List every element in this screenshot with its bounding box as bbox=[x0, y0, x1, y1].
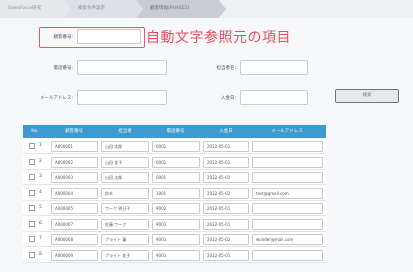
cell-date[interactable]: 2022-05-02 bbox=[203, 234, 249, 245]
cell-phone[interactable]: 0001 bbox=[152, 172, 200, 183]
cell-name[interactable]: ブライト 花子 bbox=[101, 249, 149, 261]
cell-email[interactable] bbox=[252, 203, 323, 214]
cell-phone[interactable]: 1001 bbox=[152, 187, 200, 199]
cell-email[interactable] bbox=[252, 172, 323, 183]
cell-name[interactable]: ブライト 蓮 bbox=[101, 234, 149, 245]
row-number: 4 bbox=[39, 189, 42, 195]
row-checkbox[interactable] bbox=[29, 143, 35, 149]
table-row: 6 A000007 佐藤 ワーク 9003 2022-05-01 bbox=[23, 217, 326, 232]
cell-customer-no[interactable]: A000008 bbox=[51, 234, 98, 245]
table-header: No. 顧客番号 担当者 電話番号 入金日 メールアドレス bbox=[23, 125, 326, 138]
cell-email[interactable] bbox=[252, 156, 323, 168]
breadcrumb-item-3[interactable]: 顧客情報(PHASE1) bbox=[136, 0, 226, 18]
cell-date[interactable]: 2022-05-01 bbox=[203, 218, 249, 230]
col-no: No. bbox=[31, 129, 39, 134]
cell-date[interactable]: 2022-05-01 bbox=[203, 249, 249, 261]
phone-input[interactable] bbox=[77, 60, 167, 75]
col-date: 入金日 bbox=[219, 129, 233, 134]
breadcrumb-item-2[interactable]: 検索条件設定 bbox=[64, 0, 144, 18]
cell-phone[interactable]: 9003 bbox=[152, 234, 200, 245]
email-input[interactable] bbox=[77, 90, 167, 105]
phone-label: 電話番号: bbox=[53, 66, 73, 71]
table-row: 8 A000009 ブライト 花子 9003 2022-05-01 bbox=[23, 248, 326, 263]
row-checkbox[interactable] bbox=[29, 205, 35, 211]
row-number: 1 bbox=[39, 143, 42, 148]
annotation-text: 自動文字参照元の項目 bbox=[146, 30, 291, 46]
name-input[interactable] bbox=[240, 60, 308, 75]
col-email: メールアドレス bbox=[271, 129, 303, 134]
date-input[interactable] bbox=[240, 90, 308, 105]
cell-customer-no[interactable]: A000003 bbox=[51, 172, 98, 183]
cell-date[interactable]: 2022-05-01 bbox=[203, 141, 249, 152]
cell-phone[interactable]: 9003 bbox=[152, 249, 200, 261]
date-label: 入金日: bbox=[220, 96, 236, 101]
col-phone: 電話番号 bbox=[166, 129, 185, 134]
table-row: 3 A000003 山田 太郎 0001 2022-05-01 bbox=[23, 170, 326, 185]
cell-date[interactable]: 2012-05-01 bbox=[203, 203, 249, 214]
cell-customer-no[interactable]: A000005 bbox=[51, 203, 98, 214]
cell-name[interactable]: ワーク 明日子 bbox=[101, 203, 149, 214]
breadcrumb-item-1[interactable]: SalesForce研究 bbox=[0, 0, 70, 18]
cell-customer-no[interactable]: A000002 bbox=[51, 156, 98, 168]
row-checkbox[interactable] bbox=[29, 174, 35, 180]
cell-date[interactable]: 2022-05-02 bbox=[203, 187, 249, 199]
table-row: 7 A000008 ブライト 蓮 9003 2022-05-02 wonder@mail.… bbox=[23, 232, 326, 247]
breadcrumb: SalesForce研究 検索条件設定 顧客情報(PHASE1) bbox=[0, 0, 413, 18]
row-number: 6 bbox=[39, 220, 42, 226]
row-number: 5 bbox=[39, 205, 42, 210]
cell-email[interactable] bbox=[252, 218, 323, 230]
row-checkbox[interactable] bbox=[29, 220, 35, 227]
email-label: メールアドレス: bbox=[39, 96, 73, 101]
row-number: 8 bbox=[39, 251, 42, 257]
cell-customer-no[interactable]: A000009 bbox=[51, 249, 98, 261]
table-row: 5 A000005 ワーク 明日子 9002 2012-05-01 bbox=[23, 201, 326, 216]
search-button[interactable]: 検索 bbox=[335, 89, 399, 103]
col-name: 担当者 bbox=[118, 129, 132, 134]
cell-name[interactable]: 佐藤 ワーク bbox=[101, 218, 149, 230]
row-number: 3 bbox=[39, 174, 42, 179]
cell-date[interactable]: 2022-05-01 bbox=[203, 172, 249, 183]
cell-email[interactable] bbox=[252, 141, 323, 152]
name-label: 担当者名: bbox=[216, 66, 236, 71]
customer-no-label: 顧客番号: bbox=[53, 35, 73, 40]
table-row: 1 A000001 山田 太郎 0001 2022-05-01 bbox=[23, 139, 326, 154]
cell-customer-no[interactable]: A000001 bbox=[51, 141, 98, 152]
cell-phone[interactable]: 9002 bbox=[152, 203, 200, 214]
row-checkbox[interactable] bbox=[29, 236, 35, 242]
row-checkbox[interactable] bbox=[29, 251, 35, 258]
cell-phone[interactable]: 9003 bbox=[152, 218, 200, 230]
customer-no-input[interactable] bbox=[77, 29, 141, 44]
table-row: 4 A000004 鈴木 1001 2022-05-02 test@gmail.com bbox=[23, 186, 326, 201]
col-customer-no: 顧客番号 bbox=[65, 129, 83, 134]
row-checkbox[interactable] bbox=[29, 158, 35, 165]
row-checkbox[interactable] bbox=[29, 189, 35, 196]
cell-email[interactable]: wonder@mail.com bbox=[252, 234, 323, 245]
cell-date[interactable]: 2022-05-01 bbox=[203, 156, 249, 168]
cell-name[interactable]: 鈴木 bbox=[101, 187, 149, 199]
row-number: 7 bbox=[39, 236, 42, 241]
row-number: 2 bbox=[39, 158, 42, 164]
cell-email[interactable] bbox=[252, 249, 323, 261]
cell-phone[interactable]: 0001 bbox=[152, 141, 200, 152]
cell-phone[interactable]: 0001 bbox=[152, 156, 200, 168]
cell-customer-no[interactable]: A000007 bbox=[51, 218, 98, 230]
cell-name[interactable]: 山田 太郎 bbox=[101, 172, 149, 183]
table-row: 2 A000002 山田 花子 0001 2022-05-01 bbox=[23, 155, 326, 170]
cell-name[interactable]: 山田 花子 bbox=[101, 156, 149, 168]
results-table: No. 顧客番号 担当者 電話番号 入金日 メールアドレス 1 A000001 山田… bbox=[23, 125, 326, 263]
cell-email[interactable]: test@gmail.com bbox=[252, 187, 323, 199]
cell-name[interactable]: 山田 太郎 bbox=[101, 141, 149, 152]
cell-customer-no[interactable]: A000004 bbox=[51, 187, 98, 199]
